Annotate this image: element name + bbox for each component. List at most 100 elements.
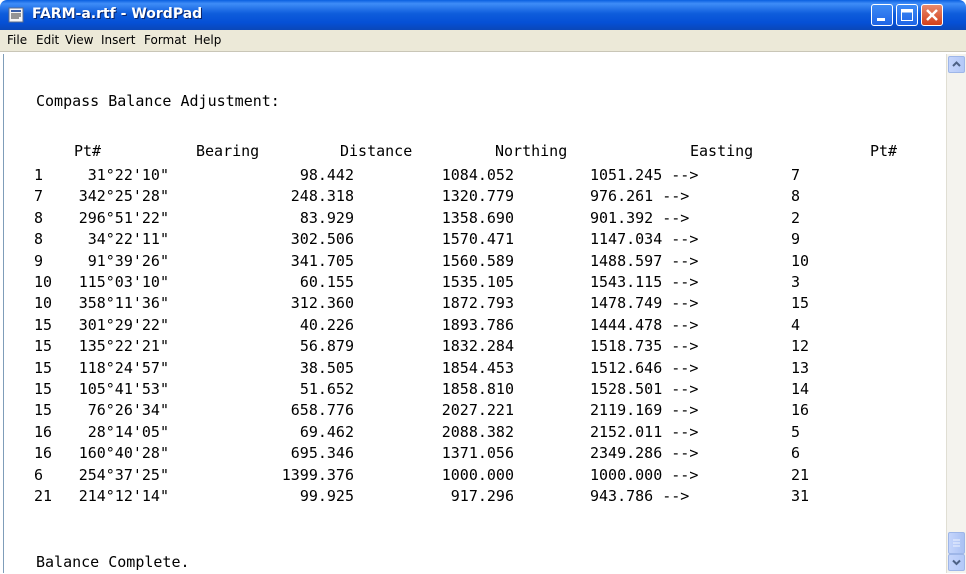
- row-pt-to: 14: [791, 380, 810, 398]
- row-bearing: 76°26'34": [87, 401, 169, 420]
- row-bearing: 358°11'36": [78, 294, 169, 313]
- row-easting: 1518.735 -->: [590, 337, 699, 356]
- row-distance: 60.155: [299, 273, 354, 291]
- column-header-northing: Northing: [495, 142, 568, 160]
- row-pt-to: 8: [791, 187, 801, 206]
- table-row: 1 31°22'10" 98.442 1084.052 1051.245 --> 7: [4, 166, 944, 186]
- table-row: 15 76°26'34" 658.776 2027.221 2119.169 --> 16: [4, 401, 944, 421]
- document-area[interactable]: Compass Balance Adjustment: Pt# Bearing …: [3, 54, 947, 573]
- minimize-button[interactable]: [871, 4, 893, 26]
- row-easting: 1000.000 -->: [590, 465, 699, 484]
- row-easting: 2152.011 -->: [590, 422, 699, 441]
- row-distance: 98.442: [299, 166, 354, 184]
- table-row: 16 28°14'05" 69.462 2088.382 2152.011 --> 5: [4, 423, 944, 443]
- row-pt-from: 6: [34, 465, 44, 484]
- row-distance: 69.462: [299, 422, 354, 441]
- row-distance: 248.318: [290, 187, 354, 206]
- close-icon: [926, 9, 938, 21]
- wordpad-app-icon[interactable]: [8, 7, 24, 23]
- menu-file[interactable]: File: [7, 33, 27, 47]
- row-pt-to: 10: [791, 251, 810, 270]
- row-easting: 2119.169 -->: [590, 401, 699, 420]
- row-northing: 1560.589: [441, 251, 514, 270]
- document-footer: Balance Complete.: [36, 553, 190, 571]
- row-northing: 1000.000: [441, 465, 514, 484]
- row-pt-from: 10: [34, 273, 53, 291]
- table-row: 7 342°25'28" 248.318 1320.779 976.261 --> 8: [4, 187, 944, 207]
- scroll-down-button[interactable]: [948, 554, 965, 571]
- table-row: 6 254°37'25" 1399.376 1000.000 1000.000 --> 2…: [4, 466, 944, 486]
- row-distance: 341.705: [290, 251, 354, 270]
- row-easting: 1488.597 -->: [590, 251, 699, 270]
- menu-help[interactable]: Help: [194, 33, 221, 47]
- row-northing: 1893.786: [441, 315, 514, 334]
- row-northing: 1371.056: [441, 444, 514, 463]
- row-distance: 56.879: [299, 337, 354, 356]
- table-row: 8 296°51'22" 83.929 1358.690 901.392 --> 2: [4, 209, 944, 229]
- row-northing: 1872.793: [441, 294, 514, 313]
- vertical-scrollbar[interactable]: [946, 54, 966, 573]
- maximize-button[interactable]: [896, 4, 918, 26]
- row-pt-from: 21: [34, 487, 53, 505]
- row-pt-from: 16: [34, 444, 53, 463]
- row-bearing: 105°41'53": [78, 380, 169, 398]
- menu-format[interactable]: Format: [144, 33, 186, 47]
- row-bearing: 301°29'22": [78, 315, 169, 334]
- row-distance: 1399.376: [281, 465, 354, 484]
- wordpad-window: FARM-a.rtf - WordPad File Edit View Inse…: [0, 0, 966, 573]
- row-northing: 2027.221: [441, 401, 514, 420]
- row-bearing: 34°22'11": [87, 230, 169, 249]
- row-pt-from: 1: [34, 166, 44, 184]
- title-bar[interactable]: FARM-a.rtf - WordPad: [0, 0, 966, 30]
- row-pt-to: 13: [791, 358, 810, 377]
- row-northing: 1858.810: [441, 380, 514, 398]
- menu-insert[interactable]: Insert: [101, 33, 135, 47]
- row-pt-to: 2: [791, 208, 801, 227]
- row-bearing: 28°14'05": [87, 422, 169, 441]
- document-heading: Compass Balance Adjustment:: [36, 92, 280, 110]
- row-northing: 917.296: [450, 487, 514, 505]
- menu-view[interactable]: View: [65, 33, 93, 47]
- column-header-bearing: Bearing: [196, 142, 260, 160]
- row-pt-from: 7: [34, 187, 44, 206]
- row-northing: 1570.471: [441, 230, 514, 249]
- menu-bar: File Edit View Insert Format Help: [0, 30, 966, 52]
- row-easting: 2349.286 -->: [590, 444, 699, 463]
- grip-icon: [953, 539, 960, 547]
- close-button[interactable]: [921, 4, 943, 26]
- table-row: 9 91°39'26" 341.705 1560.589 1488.597 --> 10: [4, 252, 944, 272]
- row-pt-to: 16: [791, 401, 810, 420]
- row-pt-from: 15: [34, 401, 53, 420]
- row-bearing: 342°25'28": [78, 187, 169, 206]
- row-easting: 1543.115 -->: [590, 273, 699, 291]
- row-pt-from: 15: [34, 337, 53, 356]
- row-pt-from: 15: [34, 315, 53, 334]
- row-pt-to: 31: [791, 487, 810, 505]
- column-header-distance: Distance: [340, 142, 413, 160]
- row-pt-to: 21: [791, 465, 810, 484]
- row-easting: 1478.749 -->: [590, 294, 699, 313]
- row-pt-from: 16: [34, 422, 53, 441]
- row-pt-to: 9: [791, 230, 801, 249]
- table-row: 21 214°12'14" 99.925 917.296 943.786 --> 31: [4, 487, 944, 507]
- menu-edit[interactable]: Edit: [36, 33, 59, 47]
- row-distance: 312.360: [290, 294, 354, 313]
- row-easting: 1051.245 -->: [590, 166, 699, 184]
- row-northing: 1358.690: [441, 208, 514, 227]
- row-pt-to: 5: [791, 422, 801, 441]
- row-pt-from: 10: [34, 294, 53, 313]
- row-distance: 40.226: [299, 315, 354, 334]
- scroll-up-button[interactable]: [948, 56, 965, 73]
- scroll-thumb[interactable]: [948, 532, 965, 554]
- row-bearing: 91°39'26": [87, 251, 169, 270]
- table-row: 15 118°24'57" 38.505 1854.453 1512.646 --> 13: [4, 359, 944, 379]
- row-bearing: 115°03'10": [78, 273, 169, 291]
- row-pt-to: 4: [791, 315, 801, 334]
- row-distance: 83.929: [299, 208, 354, 227]
- row-pt-from: 15: [34, 380, 53, 398]
- row-northing: 1320.779: [441, 187, 514, 206]
- table-row: 15 301°29'22" 40.226 1893.786 1444.478 --> 4: [4, 316, 944, 336]
- row-northing: 2088.382: [441, 422, 514, 441]
- chevron-up-icon: [952, 61, 961, 67]
- row-bearing: 296°51'22": [78, 208, 169, 227]
